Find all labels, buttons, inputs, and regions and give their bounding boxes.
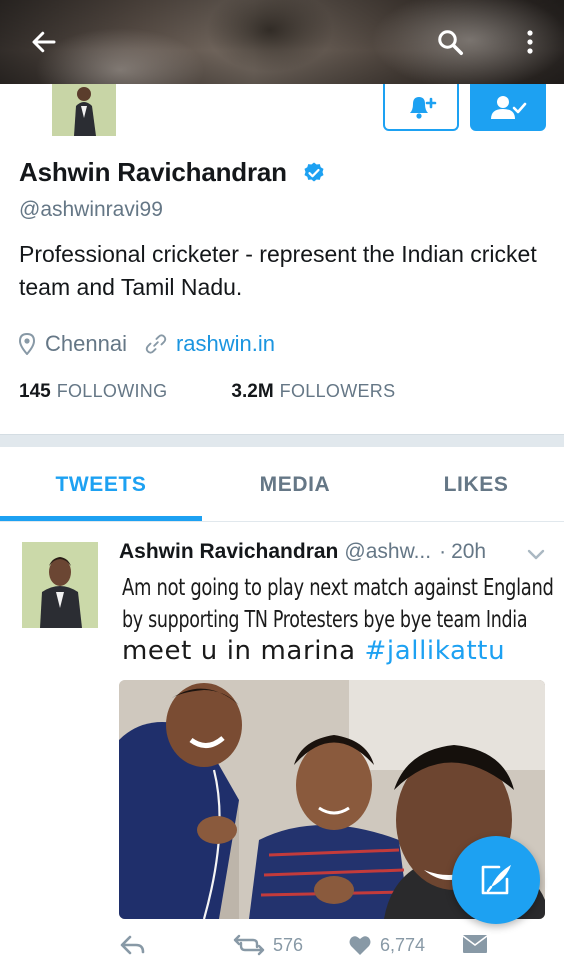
active-tab-indicator bbox=[0, 516, 202, 521]
profile-location: Chennai bbox=[45, 331, 127, 356]
section-divider bbox=[0, 434, 564, 447]
like-button[interactable]: 6,774 bbox=[348, 934, 425, 956]
more-vertical-icon bbox=[527, 30, 533, 54]
like-count: 6,774 bbox=[380, 934, 426, 955]
reply-icon bbox=[120, 935, 145, 955]
tweet-text-line: meet u in marina #jallikattu bbox=[122, 635, 542, 667]
envelope-icon bbox=[462, 935, 488, 953]
tweet-separator: · bbox=[439, 540, 447, 563]
tweet-author-name[interactable]: Ashwin Ravichandran bbox=[119, 540, 338, 564]
retweet-button[interactable]: 576 bbox=[233, 934, 303, 956]
profile-banner bbox=[0, 0, 564, 84]
profile-meta: Chennai rashwin.in bbox=[19, 329, 275, 359]
heart-icon bbox=[349, 936, 371, 955]
search-button[interactable] bbox=[430, 22, 470, 62]
search-icon bbox=[438, 30, 463, 55]
location-pin-icon bbox=[19, 333, 35, 355]
tweet-timestamp: 20h bbox=[451, 540, 487, 563]
tweet-author-avatar[interactable] bbox=[22, 542, 98, 628]
bell-plus-icon bbox=[410, 96, 437, 119]
tweet-text: Am not going to play next match against … bbox=[122, 572, 554, 667]
tweet-author-handle[interactable]: @ashw... bbox=[344, 540, 431, 564]
compose-tweet-button[interactable] bbox=[452, 836, 540, 924]
following-label: FOLLOWING bbox=[56, 381, 168, 401]
reply-button[interactable] bbox=[120, 934, 146, 956]
direct-message-button[interactable] bbox=[462, 934, 488, 954]
compose-feather-icon bbox=[481, 865, 511, 895]
following-button[interactable] bbox=[470, 84, 546, 131]
more-options-button[interactable] bbox=[510, 22, 550, 62]
notifications-toggle-button[interactable] bbox=[383, 84, 459, 131]
tab-likes[interactable]: LIKES bbox=[388, 447, 564, 522]
tab-tweets[interactable]: TWEETS bbox=[0, 447, 202, 522]
profile-stats: 145 FOLLOWING 3.2M FOLLOWERS bbox=[19, 381, 395, 403]
avatar-person-graphic bbox=[52, 84, 116, 136]
tweet-text-line: Am not going to play next match against … bbox=[122, 575, 554, 601]
followers-label: FOLLOWERS bbox=[279, 381, 396, 401]
following-stat[interactable]: 145 FOLLOWING bbox=[19, 381, 167, 403]
tab-media[interactable]: MEDIA bbox=[202, 447, 388, 522]
profile-handle: @ashwinravi99 bbox=[19, 198, 163, 221]
arrow-left-icon bbox=[32, 31, 56, 53]
back-button[interactable] bbox=[24, 22, 64, 62]
verified-badge-icon bbox=[304, 162, 324, 182]
hashtag-link[interactable]: #jallikattu bbox=[365, 636, 506, 666]
person-check-icon bbox=[491, 95, 527, 119]
chevron-down-icon[interactable] bbox=[526, 546, 546, 562]
retweet-icon bbox=[233, 934, 265, 956]
profile-avatar[interactable] bbox=[52, 84, 116, 136]
profile-website-link[interactable]: rashwin.in bbox=[176, 331, 275, 357]
retweet-count: 576 bbox=[273, 934, 304, 955]
tweet-actions: 576 6,774 bbox=[0, 930, 564, 960]
profile-bio: Professional cricketer - represent the I… bbox=[19, 241, 537, 300]
link-icon bbox=[145, 334, 167, 354]
following-count: 145 bbox=[19, 381, 51, 402]
followers-count: 3.2M bbox=[231, 381, 274, 402]
followers-stat[interactable]: 3.2M FOLLOWERS bbox=[231, 381, 395, 403]
tweet-header: Ashwin Ravichandran @ashw... · 20h bbox=[119, 540, 486, 564]
avatar-person-graphic bbox=[22, 542, 98, 628]
tweet-text-segment: meet u in marina bbox=[122, 636, 365, 666]
profile-display-name: Ashwin Ravichandran bbox=[19, 157, 287, 187]
tweet-text-line: by supporting TN Protesters bye bye team… bbox=[122, 607, 528, 633]
profile-tabs: TWEETS MEDIA LIKES bbox=[0, 447, 564, 522]
